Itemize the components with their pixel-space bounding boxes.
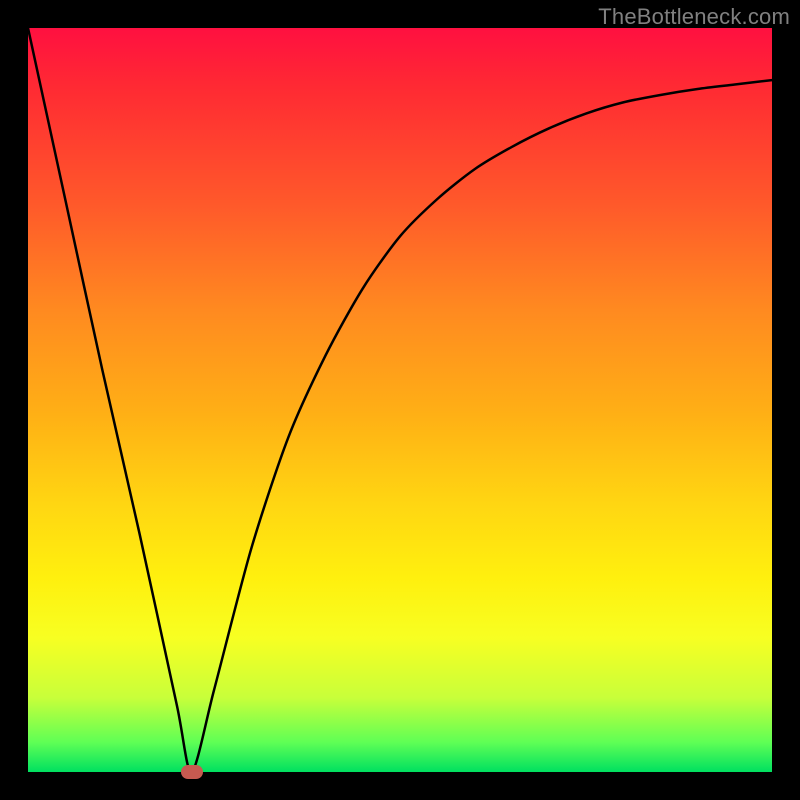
plot-area	[28, 28, 772, 772]
curve-svg	[28, 28, 772, 772]
curve-path	[28, 28, 772, 772]
minimum-marker	[181, 765, 203, 779]
chart-frame: TheBottleneck.com	[0, 0, 800, 800]
watermark-text: TheBottleneck.com	[598, 4, 790, 30]
